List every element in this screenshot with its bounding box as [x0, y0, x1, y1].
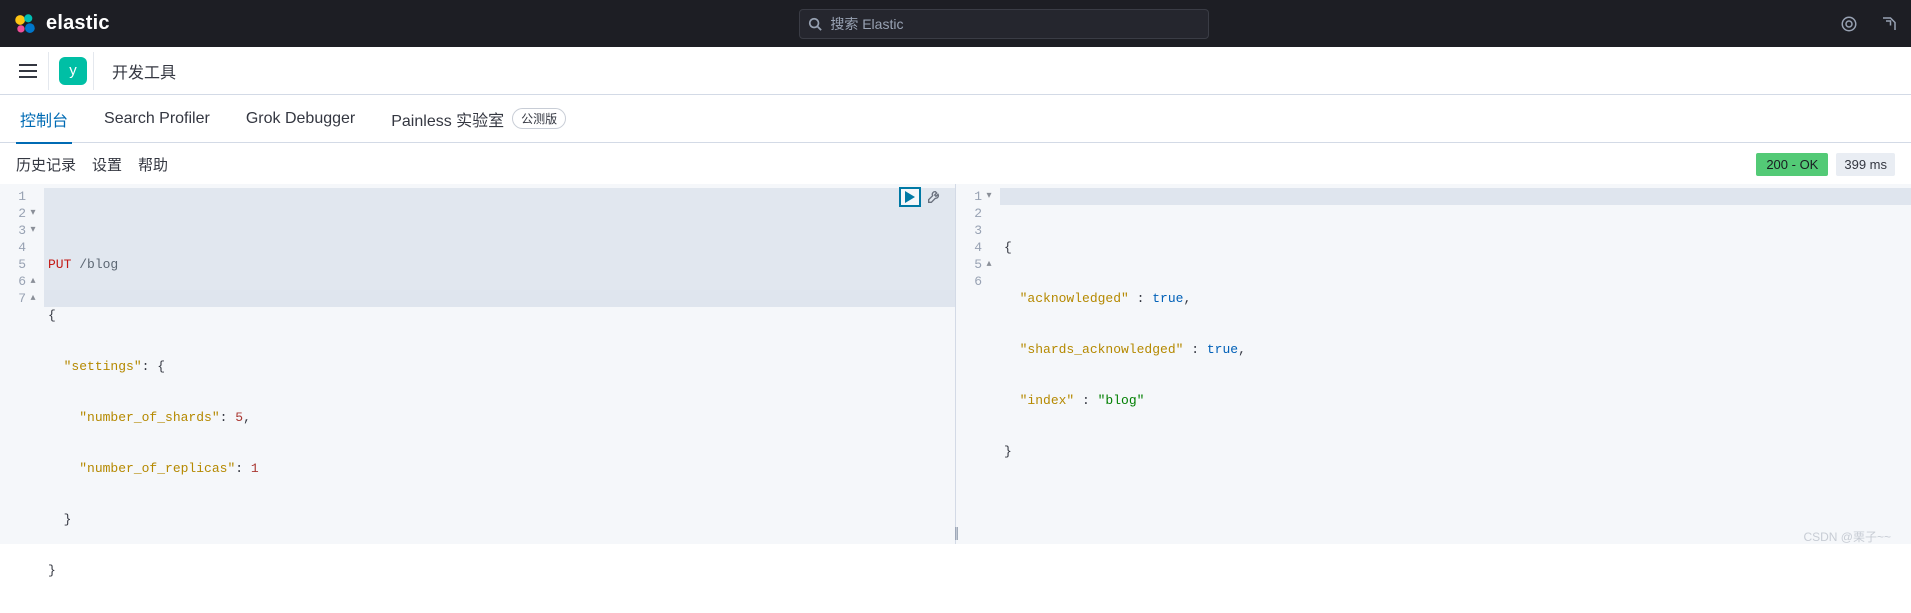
request-actions [899, 187, 945, 207]
response-status-badge: 200 - OK [1756, 153, 1828, 176]
console-toolbar: 历史记录 设置 帮助 200 - OK 399 ms [0, 143, 1911, 184]
divider [48, 52, 49, 90]
http-method: PUT [48, 257, 71, 272]
tab-painless-lab[interactable]: Painless 实验室 公测版 [387, 95, 570, 143]
request-options-button[interactable] [923, 187, 945, 207]
pane-splitter[interactable]: || [954, 524, 957, 540]
request-path: /blog [79, 257, 118, 272]
breadcrumb: 开发工具 [112, 59, 176, 83]
history-button[interactable]: 历史记录 [16, 154, 76, 175]
editors: 1 2▾ 3▾ 4 5 6▴ 7▴ PUT /blog { "settings"… [0, 184, 1911, 544]
active-request-highlight [44, 188, 955, 290]
beta-badge: 公测版 [512, 108, 566, 129]
help-icon[interactable] [1839, 14, 1859, 34]
response-viewer[interactable]: 1▾ 2 3 4 5▴ 6 { "acknowledged" : true, "… [956, 184, 1911, 544]
watermark: CSDN @栗子~~ [1803, 528, 1891, 545]
header-right [1839, 14, 1899, 34]
search-placeholder: 搜索 Elastic [830, 14, 903, 34]
request-editor[interactable]: 1 2▾ 3▾ 4 5 6▴ 7▴ PUT /blog { "settings"… [0, 184, 956, 544]
nav-toggle-button[interactable] [10, 53, 46, 89]
tab-grok-debugger[interactable]: Grok Debugger [242, 98, 359, 140]
space-selector[interactable]: y [59, 57, 87, 85]
newsfeed-icon[interactable] [1879, 14, 1899, 34]
cursor-line [44, 290, 955, 307]
request-code[interactable]: PUT /blog { "settings": { "number_of_sha… [44, 184, 955, 544]
app-bar: y 开发工具 [0, 47, 1911, 95]
search-icon [808, 17, 822, 31]
settings-button[interactable]: 设置 [92, 154, 122, 175]
divider [93, 52, 94, 90]
global-header: elastic 搜索 Elastic [0, 0, 1911, 47]
brand-text: elastic [46, 12, 110, 35]
devtools-tabs: 控制台 Search Profiler Grok Debugger Painle… [0, 95, 1911, 143]
elastic-logo-icon [12, 11, 38, 37]
tab-label: Grok Debugger [246, 110, 355, 128]
tab-label: 控制台 [20, 107, 68, 131]
tab-search-profiler[interactable]: Search Profiler [100, 98, 214, 140]
response-code: { "acknowledged" : true, "shards_acknowl… [1000, 184, 1911, 544]
response-gutter: 1▾ 2 3 4 5▴ 6 [956, 184, 1000, 544]
response-time-badge: 399 ms [1836, 153, 1895, 176]
global-search[interactable]: 搜索 Elastic [799, 9, 1209, 39]
help-button[interactable]: 帮助 [138, 154, 168, 175]
logo[interactable]: elastic [12, 11, 110, 37]
request-gutter: 1 2▾ 3▾ 4 5 6▴ 7▴ [0, 184, 44, 544]
send-request-button[interactable] [899, 187, 921, 207]
cursor-line [1000, 188, 1911, 205]
tab-label: Painless 实验室 [391, 107, 504, 131]
space-initial: y [69, 62, 77, 79]
tab-label: Search Profiler [104, 110, 210, 128]
tab-console[interactable]: 控制台 [16, 95, 72, 143]
